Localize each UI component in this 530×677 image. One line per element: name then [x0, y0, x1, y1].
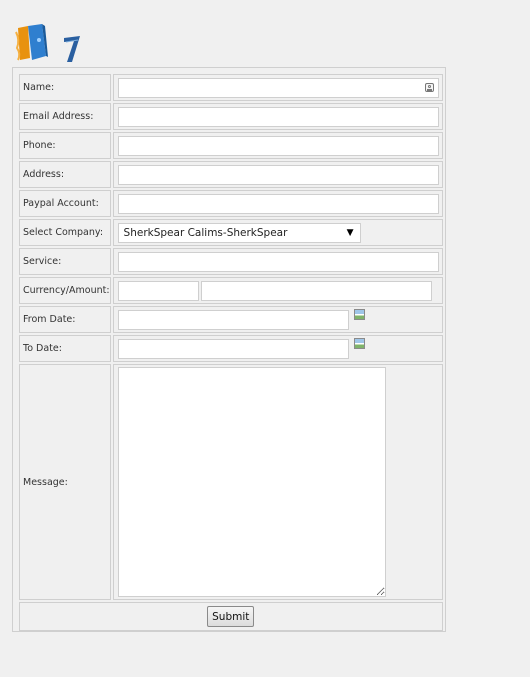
- address-label: Address:: [19, 161, 111, 188]
- amount-input[interactable]: [200, 280, 432, 301]
- row-service: Service:: [19, 248, 443, 275]
- row-message: Message:: [19, 364, 443, 600]
- row-paypal: Paypal Account:: [19, 190, 443, 217]
- row-from-date: From Date:: [19, 306, 443, 333]
- row-company: Select Company: SherkSpear Calims-SherkS…: [19, 219, 443, 246]
- paypal-input[interactable]: [117, 193, 439, 214]
- row-address: Address:: [19, 161, 443, 188]
- contact-card-icon[interactable]: [424, 82, 434, 92]
- message-textarea[interactable]: [117, 367, 386, 597]
- calendar-icon[interactable]: [353, 309, 365, 320]
- to-date-label: To Date:: [19, 335, 111, 362]
- email-input[interactable]: [117, 106, 439, 127]
- row-to-date: To Date:: [19, 335, 443, 362]
- books-logo-icon: [15, 24, 80, 62]
- row-currency: Currency/Amount:: [19, 277, 443, 304]
- row-email: Email Address:: [19, 103, 443, 130]
- service-input[interactable]: [117, 251, 439, 272]
- service-label: Service:: [19, 248, 111, 275]
- form-table: Name: Email Address: Phone: Address: Pay…: [17, 72, 445, 633]
- submit-button[interactable]: Submit: [207, 606, 255, 627]
- currency-code-input[interactable]: [117, 280, 199, 301]
- message-label: Message:: [19, 364, 111, 600]
- address-input[interactable]: [117, 164, 439, 185]
- from-date-input[interactable]: [117, 309, 349, 330]
- currency-label: Currency/Amount:: [19, 277, 111, 304]
- calendar-icon[interactable]: [353, 338, 365, 349]
- company-select[interactable]: SherkSpear Calims-SherkSpear ▼: [117, 222, 361, 243]
- to-date-input[interactable]: [117, 338, 349, 359]
- company-label: Select Company:: [19, 219, 111, 246]
- dropdown-arrow-icon[interactable]: ▼: [347, 224, 354, 242]
- company-selected-value: SherkSpear Calims-SherkSpear: [123, 226, 288, 239]
- contact-form: Name: Email Address: Phone: Address: Pay…: [12, 67, 446, 632]
- page: Name: Email Address: Phone: Address: Pay…: [0, 0, 530, 677]
- name-input[interactable]: [117, 77, 439, 98]
- paypal-label: Paypal Account:: [19, 190, 111, 217]
- phone-input[interactable]: [117, 135, 439, 156]
- row-submit: Submit: [19, 602, 443, 631]
- name-label: Name:: [19, 74, 111, 101]
- phone-label: Phone:: [19, 132, 111, 159]
- from-date-label: From Date:: [19, 306, 111, 333]
- row-name: Name:: [19, 74, 443, 101]
- row-phone: Phone:: [19, 132, 443, 159]
- email-label: Email Address:: [19, 103, 111, 130]
